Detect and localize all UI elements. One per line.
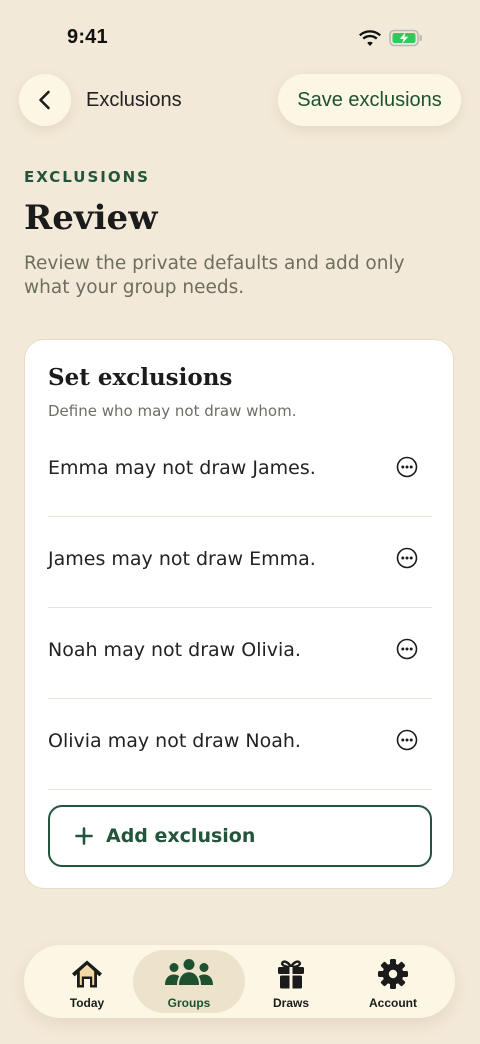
people-icon (165, 959, 213, 985)
exclusion-row: Noah may not draw Olivia. (48, 608, 432, 699)
tab-groups[interactable]: Groups (133, 950, 245, 1013)
battery-icon (389, 29, 422, 47)
exclusion-row: Emma may not draw James. (48, 426, 432, 517)
more-options-icon[interactable] (396, 456, 418, 478)
exclusion-text: James may not draw Emma. (48, 548, 316, 570)
more-options-icon[interactable] (396, 729, 418, 751)
exclusion-text: Noah may not draw Olivia. (48, 639, 301, 661)
tab-label: Groups (167, 996, 211, 1010)
tab-draws[interactable]: Draws (240, 950, 342, 1013)
status-bar: 9:41 (0, 0, 480, 60)
gear-icon (378, 959, 408, 989)
exclusion-row: Olivia may not draw Noah. (48, 699, 432, 790)
exclusion-text: Olivia may not draw Noah. (48, 730, 301, 752)
exclusion-row: James may not draw Emma. (48, 517, 432, 608)
more-options-icon[interactable] (396, 547, 418, 569)
tab-account[interactable]: Account (342, 950, 444, 1013)
tab-today[interactable]: Today (36, 950, 138, 1013)
back-button[interactable] (19, 74, 71, 126)
more-options-icon[interactable] (396, 638, 418, 660)
header-title: Exclusions (86, 89, 182, 111)
add-exclusion-button[interactable]: Add exclusion (48, 805, 432, 867)
tab-label: Today (69, 996, 105, 1010)
exclusions-card: Set exclusions Define who may not draw w… (24, 339, 454, 889)
chevron-left-icon (39, 90, 50, 110)
tab-bar: Today Groups Draws Account (24, 945, 455, 1018)
plus-icon (75, 827, 93, 845)
card-subtitle: Define who may not draw whom. (48, 402, 297, 420)
status-time: 9:41 (67, 26, 108, 48)
exclusion-text: Emma may not draw James. (48, 457, 316, 479)
tab-label: Account (369, 996, 417, 1010)
tab-label: Draws (272, 996, 310, 1010)
page-subtitle: Review the private defaults and add only… (24, 253, 405, 298)
wifi-icon (359, 30, 381, 46)
gift-icon (278, 960, 304, 989)
add-exclusion-label: Add exclusion (106, 825, 256, 847)
page-title: Review (24, 198, 158, 238)
save-exclusions-button[interactable]: Save exclusions (278, 74, 461, 126)
section-eyebrow: EXCLUSIONS (24, 168, 150, 186)
home-icon (72, 960, 102, 988)
card-title: Set exclusions (48, 364, 233, 391)
